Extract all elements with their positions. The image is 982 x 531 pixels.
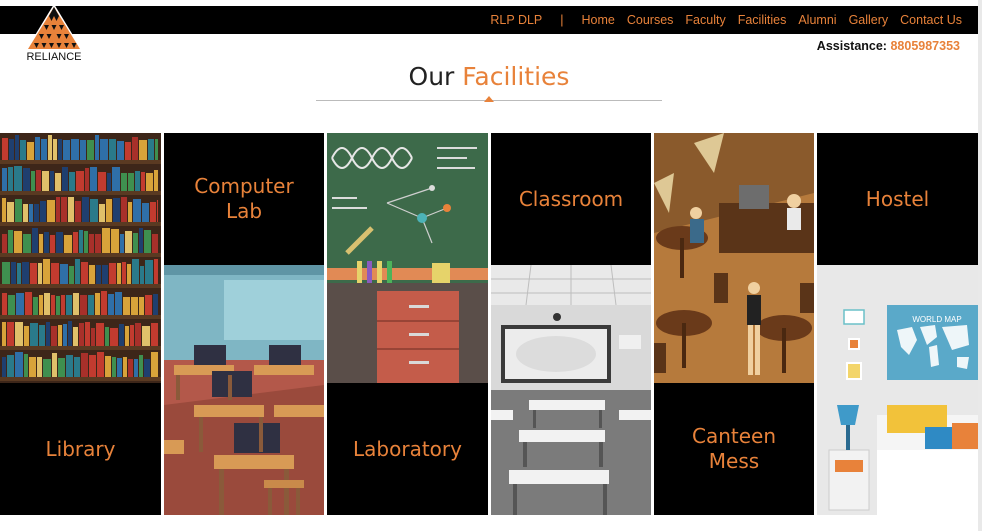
bookshelf-illustration <box>0 133 161 383</box>
tile-canteen-mess[interactable]: Canteen Mess <box>654 383 814 515</box>
main-nav: RLP DLP | Home Courses Faculty Facilitie… <box>490 6 962 34</box>
classroom-image[interactable] <box>491 265 651 515</box>
page-title: Our Facilities <box>0 62 978 91</box>
assistance-contact: Assistance: 8805987353 <box>817 39 960 53</box>
canteen-mess-label: Canteen Mess <box>691 424 777 473</box>
assistance-phone[interactable]: 8805987353 <box>890 39 960 53</box>
canteen-illustration <box>654 133 814 383</box>
nav-rlp-dlp[interactable]: RLP DLP <box>490 13 542 27</box>
tile-computer-lab[interactable]: Computer Lab <box>164 133 324 265</box>
tile-library[interactable]: Library <box>0 383 161 515</box>
laboratory-illustration <box>327 133 488 383</box>
classroom-label: Classroom <box>518 186 624 211</box>
library-label: Library <box>45 436 116 461</box>
nav-separator: | <box>560 13 564 27</box>
nav-faculty[interactable]: Faculty <box>685 13 725 27</box>
nav-alumni[interactable]: Alumni <box>798 13 836 27</box>
canteen-image[interactable] <box>654 133 814 383</box>
laboratory-image[interactable] <box>327 133 488 383</box>
tile-hostel[interactable]: Hostel <box>817 133 978 265</box>
nav-courses[interactable]: Courses <box>627 13 674 27</box>
world-map-text: WORLD MAP <box>912 315 961 324</box>
nav-gallery[interactable]: Gallery <box>849 13 889 27</box>
laboratory-label: Laboratory <box>353 436 462 461</box>
hostel-image[interactable]: WORLD MAP <box>817 265 978 515</box>
page-title-accent: Facilities <box>462 62 570 91</box>
computer-lab-illustration <box>164 265 324 515</box>
facilities-grid: Library Computer Lab Laboratory Classroo… <box>0 133 978 515</box>
hostel-label: Hostel <box>865 186 930 211</box>
triangle-logo-icon <box>26 4 82 50</box>
tile-laboratory[interactable]: Laboratory <box>327 383 488 515</box>
nav-home[interactable]: Home <box>582 13 615 27</box>
nav-contact-us[interactable]: Contact Us <box>900 13 962 27</box>
page: RLP DLP | Home Courses Faculty Facilitie… <box>0 0 978 531</box>
brand-logo[interactable]: RELIANCE <box>22 4 86 66</box>
divider-triangle-icon <box>484 96 494 102</box>
top-nav-bar: RLP DLP | Home Courses Faculty Facilitie… <box>0 6 978 34</box>
assistance-label: Assistance: <box>816 39 887 53</box>
computer-lab-image[interactable] <box>164 265 324 515</box>
hostel-illustration: WORLD MAP <box>817 265 978 515</box>
classroom-illustration <box>491 265 651 515</box>
page-title-prefix: Our <box>408 62 455 91</box>
library-image[interactable] <box>0 133 161 383</box>
computer-lab-label: Computer Lab <box>194 174 294 223</box>
nav-facilities[interactable]: Facilities <box>738 13 787 27</box>
tile-classroom[interactable]: Classroom <box>491 133 651 265</box>
